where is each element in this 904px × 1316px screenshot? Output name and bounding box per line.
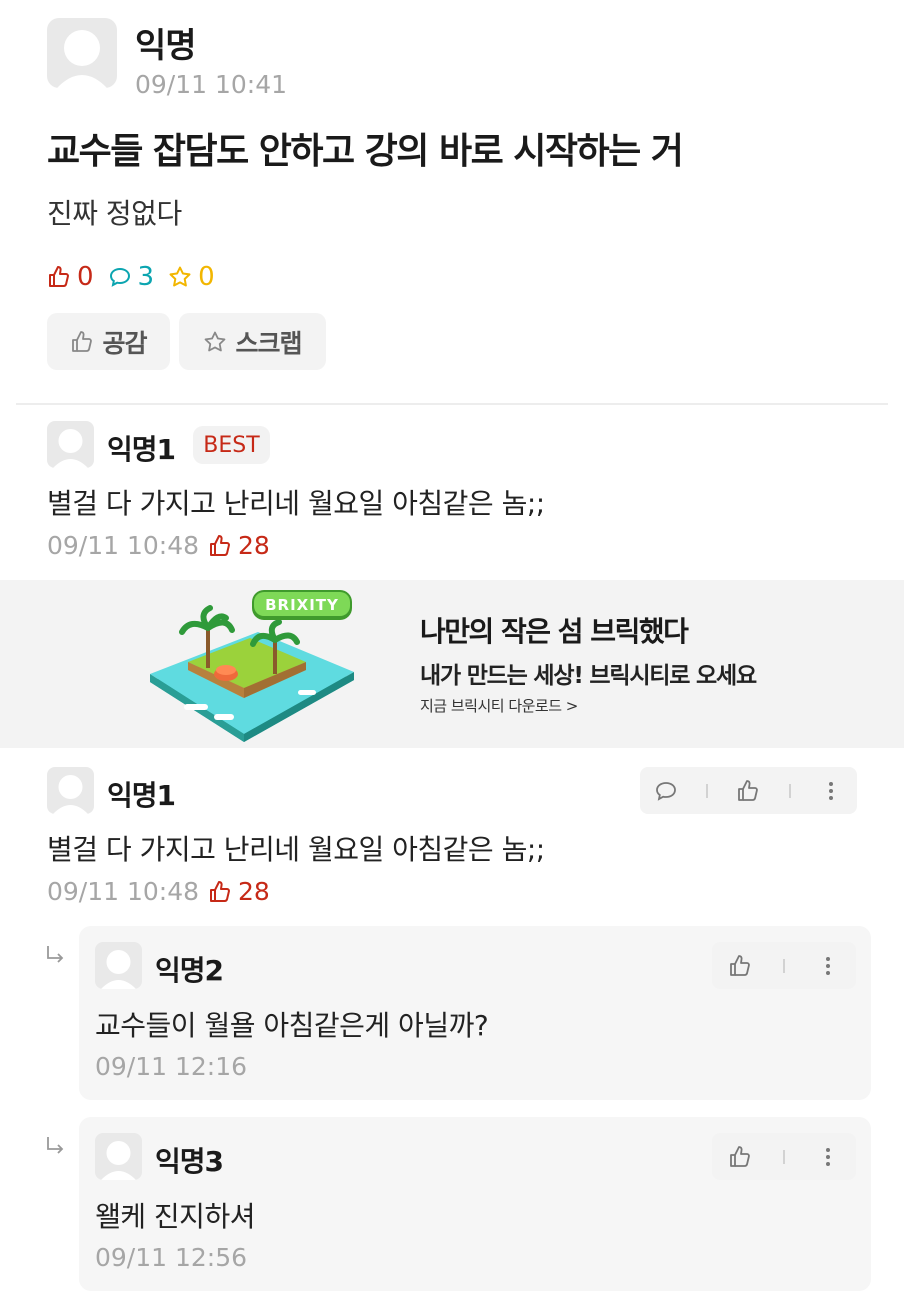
post-stats: 0 3 0 (47, 262, 229, 292)
comment-likes: 28 (208, 877, 270, 906)
comment-avatar (47, 767, 94, 814)
comment-likes-value: 28 (238, 877, 270, 906)
sympathy-button[interactable]: 공감 (47, 313, 170, 370)
brixity-logo-text: BRIXITY (265, 596, 339, 614)
post-author-name: 익명 (135, 26, 197, 66)
reply-avatar (95, 942, 142, 989)
post-comment-count-value: 3 (137, 262, 155, 292)
speech-bubble-icon[interactable] (654, 779, 678, 803)
thumbs-up-icon (210, 534, 230, 556)
thumbs-up-icon (49, 266, 69, 287)
post-scrap-count-value: 0 (198, 262, 215, 292)
best-comment-likes-value: 28 (238, 531, 270, 560)
best-comment-author: 익명1 (107, 433, 176, 466)
post-body: 진짜 정없다 (47, 197, 182, 230)
thumbs-up-icon (72, 330, 93, 352)
thumbs-up-icon[interactable] (728, 954, 752, 978)
reply-text: 교수들이 월욜 아침같은게 아닐까? (95, 1009, 489, 1042)
thumbs-up-icon (210, 880, 230, 902)
island-illustration: BRIXITY (150, 590, 354, 742)
reply-time: 09/11 12:16 (95, 1052, 248, 1081)
scrap-button-label: 스크랩 (235, 328, 302, 358)
toolbar-separator (782, 1149, 785, 1164)
reply-author: 익명2 (155, 954, 224, 987)
toolbar-separator (788, 783, 791, 798)
reply-avatar (95, 1133, 142, 1180)
best-comment-avatar (47, 421, 94, 468)
comment-text: 별걸 다 가지고 난리네 월요일 아침같은 놈;; (47, 833, 545, 866)
post-divider (16, 403, 888, 405)
reply-author: 익명3 (155, 1145, 224, 1178)
sympathy-button-label: 공감 (102, 328, 147, 358)
star-icon (205, 331, 226, 351)
comment-author: 익명1 (107, 779, 176, 812)
reply-time: 09/11 12:56 (95, 1243, 248, 1272)
more-vertical-icon[interactable] (816, 1145, 840, 1169)
reply-actions (712, 1133, 856, 1180)
thumbs-up-icon[interactable] (728, 1145, 752, 1169)
reply-card: 익명2 교수들이 월욜 아침같은게 아닐까? 09/11 12:16 (79, 926, 871, 1100)
ad-title: 나만의 작은 섬 브릭했다 (420, 615, 689, 648)
toolbar-separator (782, 958, 785, 973)
toolbar-separator (706, 783, 709, 798)
reply-card: 익명3 왤케 진지하셔 09/11 12:56 (79, 1117, 871, 1291)
post-author-avatar (47, 18, 117, 88)
best-comment-text: 별걸 다 가지고 난리네 월요일 아침같은 놈;; (47, 487, 545, 520)
post-comment-count: 3 (108, 262, 155, 292)
post-timestamp: 09/11 10:41 (135, 70, 288, 99)
more-vertical-icon[interactable] (819, 779, 843, 803)
star-icon (169, 266, 191, 287)
reply-text: 왤케 진지하셔 (95, 1200, 255, 1233)
best-badge: BEST (193, 426, 270, 464)
comment-time: 09/11 10:48 (47, 877, 200, 906)
reply-arrow-icon (47, 946, 64, 963)
post-like-count: 0 (47, 262, 94, 292)
post-title: 교수들 잡담도 안하고 강의 바로 시작하는 거 (47, 131, 684, 172)
comment-actions (640, 767, 857, 814)
reply-arrow-icon (47, 1137, 64, 1154)
post-like-count-value: 0 (77, 262, 94, 292)
best-comment-time: 09/11 10:48 (47, 531, 200, 560)
speech-bubble-icon (109, 267, 130, 287)
ad-banner[interactable]: BRIXITY 나만의 작은 섬 브릭했다 내가 만드는 세상! 브릭시티로 오… (0, 580, 904, 748)
post-scrap-count: 0 (168, 262, 215, 292)
thumbs-up-icon[interactable] (736, 779, 760, 803)
reply-actions (712, 942, 856, 989)
best-comment-likes: 28 (208, 531, 270, 560)
ad-download-link[interactable]: 지금 브릭시티 다운로드 > (420, 695, 578, 716)
ad-subtitle: 내가 만드는 세상! 브릭시티로 오세요 (420, 663, 757, 689)
more-vertical-icon[interactable] (816, 954, 840, 978)
scrap-button[interactable]: 스크랩 (179, 313, 326, 370)
